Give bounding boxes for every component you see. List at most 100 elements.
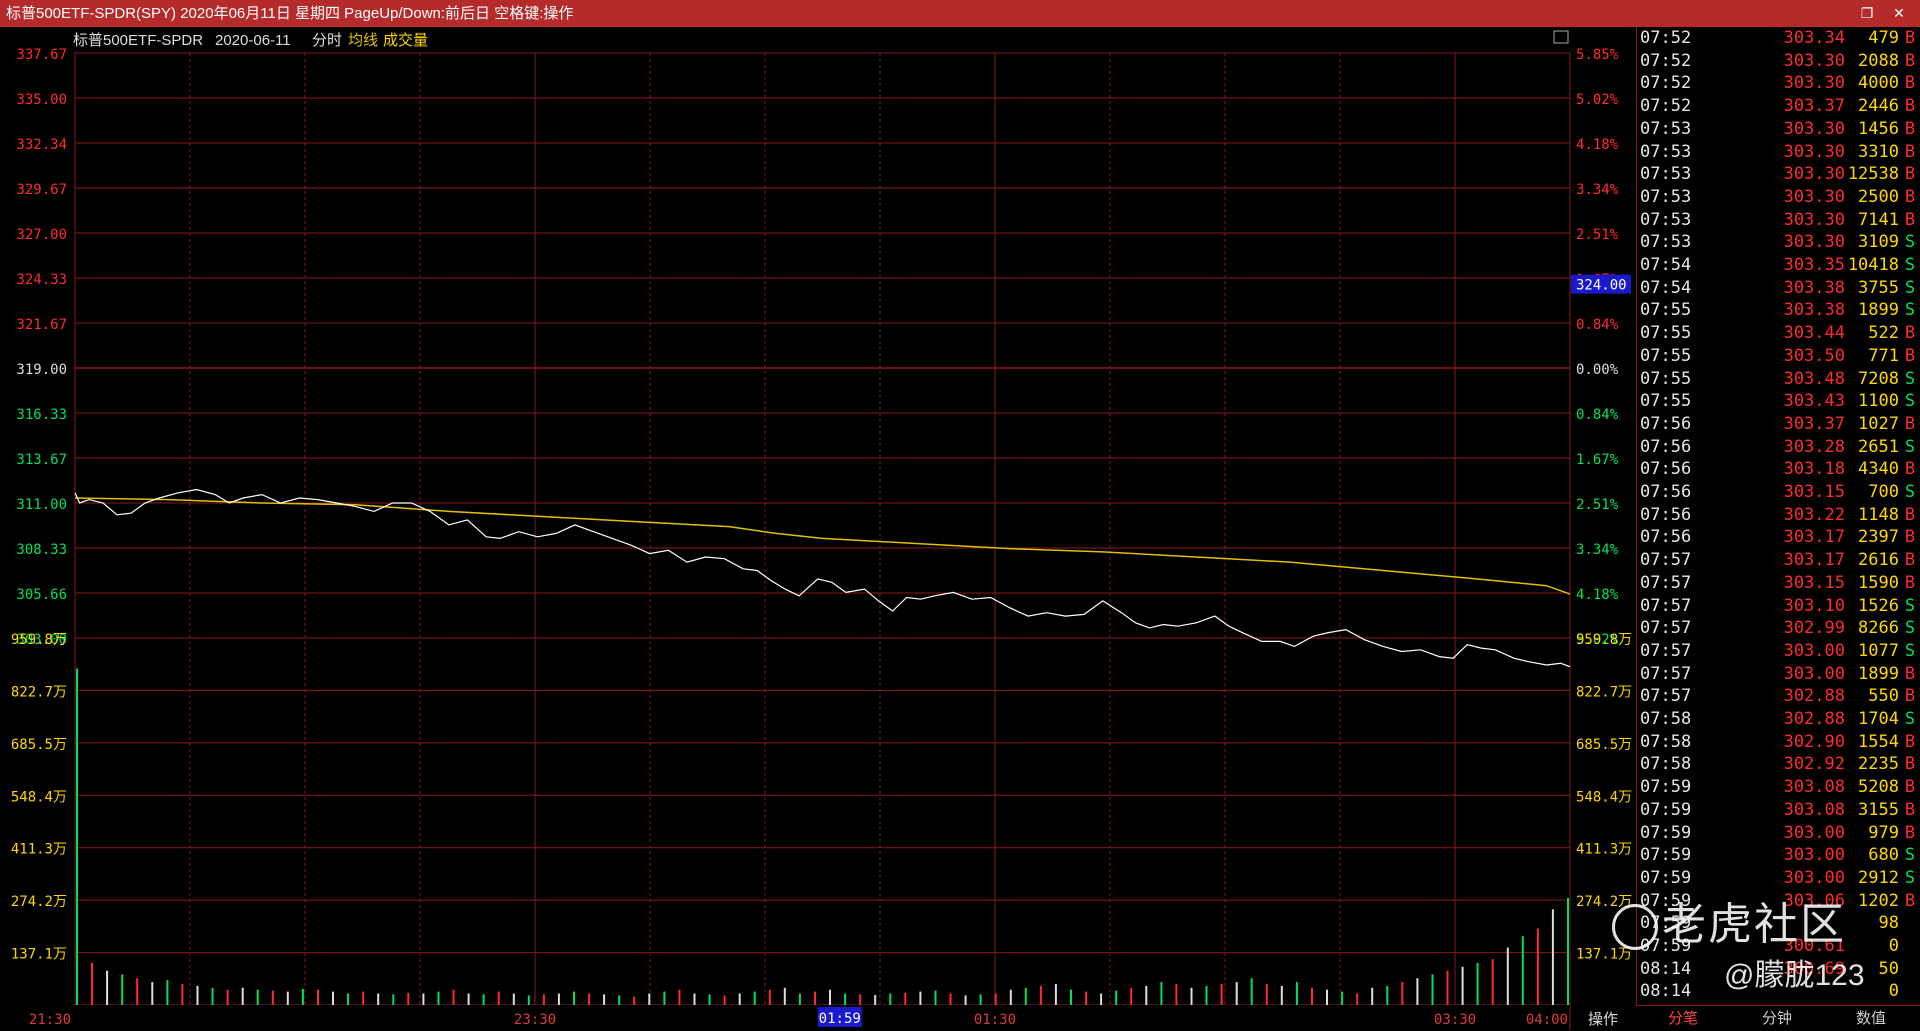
volume-bar <box>814 991 816 1005</box>
tick-side: B <box>1904 28 1916 48</box>
tick-volume: 2446 <box>1858 96 1899 117</box>
tick-volume: 2397 <box>1858 527 1899 548</box>
tick-row[interactable]: 07:53 303.30 7141 B <box>1637 209 1920 231</box>
tick-row[interactable]: 07:55 303.50 771 B <box>1637 345 1920 367</box>
tick-price: 303.30 <box>1783 164 1845 185</box>
tab-ticks[interactable]: 分笔 <box>1636 1006 1730 1031</box>
tick-row[interactable]: 07:57 303.17 2616 B <box>1637 549 1920 571</box>
tick-price: 302.88 <box>1783 686 1845 707</box>
tick-price: 303.50 <box>1783 345 1845 366</box>
tick-row[interactable]: 07:56 303.37 1027 B <box>1637 413 1920 435</box>
tab-minutes[interactable]: 分钟 <box>1730 1006 1824 1031</box>
tick-volume: 680 <box>1868 845 1899 866</box>
tick-price: 303.00 <box>1783 845 1845 866</box>
tick-side: S <box>1904 232 1916 253</box>
price-line <box>74 488 1571 668</box>
tick-row[interactable]: 07:56 303.18 4340 B <box>1637 458 1920 480</box>
tick-row[interactable]: 07:54 303.38 3755 S <box>1637 277 1920 299</box>
tick-row[interactable]: 07:56 303.28 2651 S <box>1637 436 1920 458</box>
tick-row[interactable]: 07:59 303.00 2912 S <box>1637 867 1920 889</box>
tick-row[interactable]: 07:55 303.44 522 B <box>1637 322 1920 344</box>
tick-row[interactable]: 07:57 303.00 1899 B <box>1637 663 1920 685</box>
volume-bar <box>226 989 229 1005</box>
tick-row[interactable]: 07:52 303.37 2446 B <box>1637 95 1920 117</box>
restore-icon[interactable]: ❐ <box>1856 4 1878 23</box>
tick-row[interactable]: 07:56 303.22 1148 B <box>1637 504 1920 526</box>
tick-row[interactable]: 07:53 303.30 2500 B <box>1637 186 1920 208</box>
tick-row[interactable]: 07:58 302.88 1704 S <box>1637 708 1920 730</box>
tick-volume: 1899 <box>1858 300 1899 321</box>
tick-row[interactable]: 07:52 303.30 2088 B <box>1637 50 1920 72</box>
tick-row[interactable]: 07:53 303.30 12538 B <box>1637 163 1920 185</box>
tick-time: 07:57 <box>1640 686 1692 707</box>
tick-row[interactable]: 07:59 303.00 680 S <box>1637 844 1920 866</box>
tick-row[interactable]: 07:59 303.08 5208 B <box>1637 776 1920 798</box>
tick-row[interactable]: 07:57 302.99 8266 S <box>1637 617 1920 639</box>
price-tick-label: 313.67 <box>16 452 67 468</box>
tick-time: 07:57 <box>1640 572 1692 593</box>
tick-row[interactable]: 07:55 303.48 7208 S <box>1637 368 1920 390</box>
tick-price: 303.38 <box>1783 300 1845 321</box>
tick-volume: 1148 <box>1858 504 1899 525</box>
tick-list[interactable]: 07:52 303.34 479 B 07:52 303.30 2088 B 07:52 303.… <box>1636 27 1920 1005</box>
tick-row[interactable]: 07:53 303.30 3310 B <box>1637 141 1920 163</box>
time-axis-label: 03:30 <box>1434 1012 1476 1028</box>
panel-toggle-icon[interactable] <box>1553 30 1569 44</box>
tick-volume: 2651 <box>1858 436 1899 457</box>
tick-time: 07:58 <box>1640 754 1692 775</box>
price-tick-label: 324.33 <box>16 272 67 288</box>
tick-time: 07:53 <box>1640 141 1692 162</box>
tick-row[interactable]: 07:57 303.15 1590 B <box>1637 572 1920 594</box>
tick-row[interactable]: 07:54 303.35 10418 S <box>1637 254 1920 276</box>
tick-price: 302.99 <box>1783 618 1845 639</box>
intraday-chart[interactable]: 337.67 335.00 332.34 329.67 327.00 324.33 321.… <box>0 27 1636 1030</box>
tick-volume: 4340 <box>1858 459 1899 480</box>
tick-time: 07:53 <box>1640 164 1692 185</box>
volume-bar <box>76 668 78 1005</box>
volume-bar <box>1280 985 1283 1005</box>
volume-bar <box>437 991 440 1005</box>
tick-row[interactable]: 07:52 303.34 479 B <box>1637 27 1920 49</box>
tick-row[interactable]: 07:57 302.88 550 B <box>1637 685 1920 707</box>
tick-price: 302.92 <box>1783 754 1845 775</box>
tick-volume: 2616 <box>1858 550 1899 571</box>
tick-row[interactable]: 07:52 303.30 4000 B <box>1637 72 1920 94</box>
volume-bar <box>633 996 636 1005</box>
tick-side: S <box>1904 867 1916 888</box>
price-tick-label: 337.67 <box>16 47 67 63</box>
tick-row[interactable]: 07:57 303.00 1077 S <box>1637 640 1920 662</box>
tick-volume: 2088 <box>1858 50 1899 71</box>
tick-row[interactable]: 07:55 303.38 1899 S <box>1637 299 1920 321</box>
tick-row[interactable]: 07:56 303.17 2397 B <box>1637 526 1920 548</box>
percent-tick-label: 3.34% <box>1576 542 1619 558</box>
tick-row[interactable]: 07:59 303.08 3155 B <box>1637 799 1920 821</box>
percent-tick-label: 5.85% <box>1576 47 1619 63</box>
tick-row[interactable]: 07:55 303.43 1100 S <box>1637 390 1920 412</box>
tab-values[interactable]: 数值 <box>1824 1006 1918 1031</box>
volume-bar <box>1130 987 1133 1005</box>
tick-row[interactable]: 07:53 303.30 1456 B <box>1637 118 1920 140</box>
close-icon[interactable]: ✕ <box>1888 4 1910 23</box>
tick-time: 07:54 <box>1640 277 1692 298</box>
tick-volume: 5208 <box>1858 777 1899 798</box>
tick-time: 07:59 <box>1640 845 1692 866</box>
tick-row[interactable]: 07:59 303.00 979 B <box>1637 822 1920 844</box>
tick-price: 303.18 <box>1783 459 1845 480</box>
tick-row[interactable]: 07:57 303.10 1526 S <box>1637 595 1920 617</box>
price-tick-label: 316.33 <box>16 407 67 423</box>
tick-time: 07:52 <box>1640 28 1692 48</box>
tick-row[interactable]: 07:53 303.30 3109 S <box>1637 231 1920 253</box>
tick-price: 303.48 <box>1783 368 1845 389</box>
tick-row[interactable]: 07:58 302.92 2235 B <box>1637 753 1920 775</box>
volume-bar <box>1205 985 1208 1005</box>
tick-row[interactable]: 07:56 303.15 700 S <box>1637 481 1920 503</box>
percent-tick-label: 1.67% <box>1576 452 1619 468</box>
tick-price: 303.43 <box>1783 391 1845 412</box>
volume-bar <box>844 993 847 1005</box>
volume-bar <box>1416 978 1419 1005</box>
volume-bar <box>829 989 831 1005</box>
volume-bar <box>1311 987 1313 1005</box>
intraday-chart-panel[interactable]: 337.67 335.00 332.34 329.67 327.00 324.33 321.… <box>0 27 1636 1030</box>
volume-tick-label-right: 822.7万 <box>1576 684 1632 700</box>
tick-row[interactable]: 07:58 302.90 1554 B <box>1637 731 1920 753</box>
